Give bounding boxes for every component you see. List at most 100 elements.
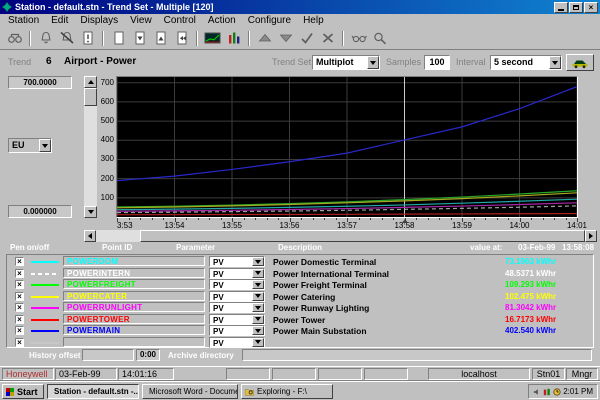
point-id-field[interactable]: POWERRUNLIGHT (63, 302, 205, 312)
speaker-icon[interactable] (533, 388, 541, 396)
menu-view[interactable]: View (124, 15, 158, 26)
legend-row: ×POWERTOWERPVPower Tower16.7173 kWhr (7, 314, 593, 325)
parameter-combo[interactable]: PV (209, 325, 265, 336)
tray-clock-icon[interactable] (553, 388, 561, 396)
point-id-field[interactable]: POWERINTERN (63, 268, 205, 278)
restore-icon (573, 5, 579, 10)
binoculars-button[interactable] (4, 29, 25, 48)
pen-checkbox[interactable]: × (15, 269, 24, 278)
chevron-down-icon[interactable] (39, 139, 51, 152)
pen-checkbox[interactable]: × (15, 303, 24, 312)
pen-checkbox[interactable]: × (15, 315, 24, 324)
pen-checkbox[interactable]: × (15, 326, 24, 335)
point-id-field[interactable]: POWERCATER (63, 291, 205, 301)
scale-max-field[interactable]: 700.0000 (8, 76, 72, 89)
point-id-field[interactable] (63, 337, 205, 347)
alarm-page-icon (80, 31, 96, 45)
taskbar-window-station[interactable]: Station - default.stn -... (47, 384, 139, 399)
zoom-button[interactable] (369, 29, 390, 48)
trend-set-combo[interactable]: Multiplot (312, 55, 380, 70)
chevron-down-icon[interactable] (252, 257, 264, 266)
start-button[interactable]: Start (2, 384, 44, 399)
parameter-combo[interactable]: PV (209, 302, 265, 313)
menu-action[interactable]: Action (202, 15, 242, 26)
parameter-combo[interactable]: PV (209, 268, 265, 279)
tray-status-icon[interactable] (543, 388, 551, 396)
bar-chart-button[interactable] (223, 29, 244, 48)
chevron-down-icon[interactable] (252, 269, 264, 278)
page-rewind-button[interactable] (171, 29, 192, 48)
trend-plot[interactable] (116, 76, 578, 218)
horizontal-scroll-thumb[interactable] (140, 230, 585, 242)
menu-help[interactable]: Help (297, 15, 330, 26)
minimize-button[interactable] (554, 2, 568, 13)
chevron-down-icon[interactable] (252, 280, 264, 289)
parameter-combo[interactable]: PV (209, 279, 265, 290)
pen-checkbox[interactable]: × (15, 280, 24, 289)
pen-checkbox[interactable]: × (15, 292, 24, 301)
chevron-down-icon[interactable] (252, 326, 264, 335)
point-description: Power Domestic Terminal (273, 257, 376, 267)
lower-button[interactable] (275, 29, 296, 48)
x-axis-minor-tick (497, 218, 498, 220)
chevron-down-icon[interactable] (252, 315, 264, 324)
alarm-page-button[interactable] (77, 29, 98, 48)
page-rewind-icon (174, 31, 190, 45)
x-axis-tick (117, 218, 118, 222)
accept-button[interactable] (296, 29, 317, 48)
page-up-button[interactable] (150, 29, 171, 48)
x-axis-minor-tick (370, 218, 371, 220)
archive-directory-field[interactable] (242, 349, 592, 361)
menu-station[interactable]: Station (2, 15, 45, 26)
menu-control[interactable]: Control (158, 15, 202, 26)
scale-min-field[interactable]: 0.000000 (8, 205, 72, 218)
x-axis-minor-tick (508, 218, 509, 220)
raise-button[interactable] (254, 29, 275, 48)
menu-displays[interactable]: Displays (74, 15, 124, 26)
pen-checkbox[interactable]: × (15, 257, 24, 266)
interval-combo[interactable]: 5 second (490, 55, 562, 70)
parameter-value: PV (210, 257, 252, 266)
alarm-bell-button[interactable] (35, 29, 56, 48)
history-offset-field[interactable] (82, 349, 134, 361)
parameter-combo[interactable]: PV (209, 337, 265, 348)
page-button[interactable] (108, 29, 129, 48)
scroll-left-button[interactable] (84, 230, 96, 242)
point-id-field[interactable]: POWERTOWER (63, 314, 205, 324)
point-id-field[interactable]: POWERFREIGHT (63, 279, 205, 289)
pen-checkbox[interactable]: × (15, 338, 24, 347)
restore-button[interactable] (569, 2, 583, 13)
scroll-right-button[interactable] (585, 230, 597, 242)
x-axis-minor-tick (152, 218, 153, 220)
menu-configure[interactable]: Configure (242, 15, 297, 26)
parameter-combo[interactable]: PV (209, 256, 265, 267)
chevron-down-icon[interactable] (367, 56, 379, 69)
x-axis-minor-tick (244, 218, 245, 220)
taskbar-window-word[interactable]: W Microsoft Word - Document5 (142, 384, 238, 399)
parameter-combo[interactable]: PV (209, 314, 265, 325)
trend-display-button[interactable] (202, 29, 223, 48)
chevron-down-icon[interactable] (252, 338, 264, 347)
title-bar[interactable]: Station - default.stn - Trend Set - Mult… (0, 0, 600, 14)
samples-field[interactable]: 100 (424, 55, 450, 70)
page-down-button[interactable] (129, 29, 150, 48)
chevron-down-icon[interactable] (252, 292, 264, 301)
spectacles-button[interactable] (348, 29, 369, 48)
raise-icon (257, 31, 273, 45)
cursor-caret-icon[interactable] (402, 219, 408, 223)
scroll-down-button[interactable] (84, 206, 97, 218)
eu-combo[interactable]: EU (8, 138, 52, 153)
point-id-field[interactable]: POWERMAIN (63, 325, 205, 335)
alarm-disable-button[interactable] (56, 29, 77, 48)
parameter-combo[interactable]: PV (209, 291, 265, 302)
taskbar-window-exploring[interactable]: Exploring - F:\ (241, 384, 333, 399)
cancel-button[interactable] (317, 29, 338, 48)
chevron-down-icon[interactable] (252, 303, 264, 312)
status-role: Mngr (566, 368, 598, 380)
point-id-field[interactable]: POWERDOM (63, 256, 205, 266)
toolbar-separator (342, 31, 344, 46)
menu-edit[interactable]: Edit (45, 15, 74, 26)
vehicle-button[interactable] (566, 54, 594, 71)
chevron-down-icon[interactable] (549, 56, 561, 69)
close-button[interactable]: × (584, 2, 598, 13)
